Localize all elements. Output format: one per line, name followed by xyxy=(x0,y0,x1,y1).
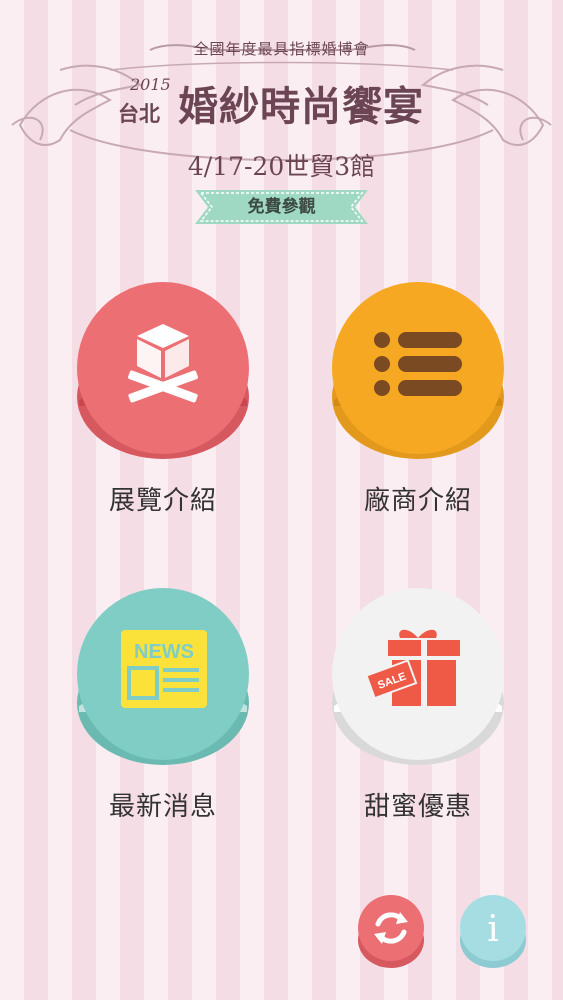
newspaper-icon: NEWS xyxy=(121,630,207,708)
menu-label: 廠商介紹 xyxy=(363,486,472,516)
free-admission-badge: 免費參觀 xyxy=(195,190,368,224)
info-icon: i xyxy=(487,909,499,950)
news-text: NEWS xyxy=(134,641,194,663)
macaron-small-blue: i xyxy=(460,895,526,968)
event-year: 2015 xyxy=(130,75,171,94)
macaron-small-red xyxy=(358,895,424,968)
refresh-button[interactable] xyxy=(356,892,426,972)
macaron-orange xyxy=(332,282,504,459)
event-title: 婚紗時尚饗宴 xyxy=(178,83,424,130)
badge-label: 免費參觀 xyxy=(247,197,316,217)
macaron-red xyxy=(77,282,249,459)
event-dates: 4/17-20世貿3館 xyxy=(187,152,376,181)
menu-label: 甜蜜優惠 xyxy=(363,792,472,822)
macaron-teal: NEWS xyxy=(77,588,249,765)
list-icon xyxy=(374,332,462,396)
event-header: 全國年度最具指標婚博會 2015 台北 婚紗時尚饗宴 4/17-20世貿3館 免… xyxy=(0,30,563,230)
info-button[interactable]: i xyxy=(458,892,528,972)
menu-label: 最新消息 xyxy=(108,792,217,822)
macaron-white: SALE xyxy=(332,588,504,765)
menu-latest-news[interactable]: NEWS 最新消息 xyxy=(53,588,253,838)
event-city: 台北 xyxy=(118,101,160,126)
menu-exhibition-intro[interactable]: 展覽介紹 xyxy=(53,282,253,532)
menu-label: 展覽介紹 xyxy=(108,486,217,516)
menu-sweet-deals[interactable]: SALE 甜蜜優惠 xyxy=(308,588,508,838)
menu-vendor-intro[interactable]: 廠商介紹 xyxy=(308,282,508,532)
event-subtitle: 全國年度最具指標婚博會 xyxy=(193,40,370,58)
